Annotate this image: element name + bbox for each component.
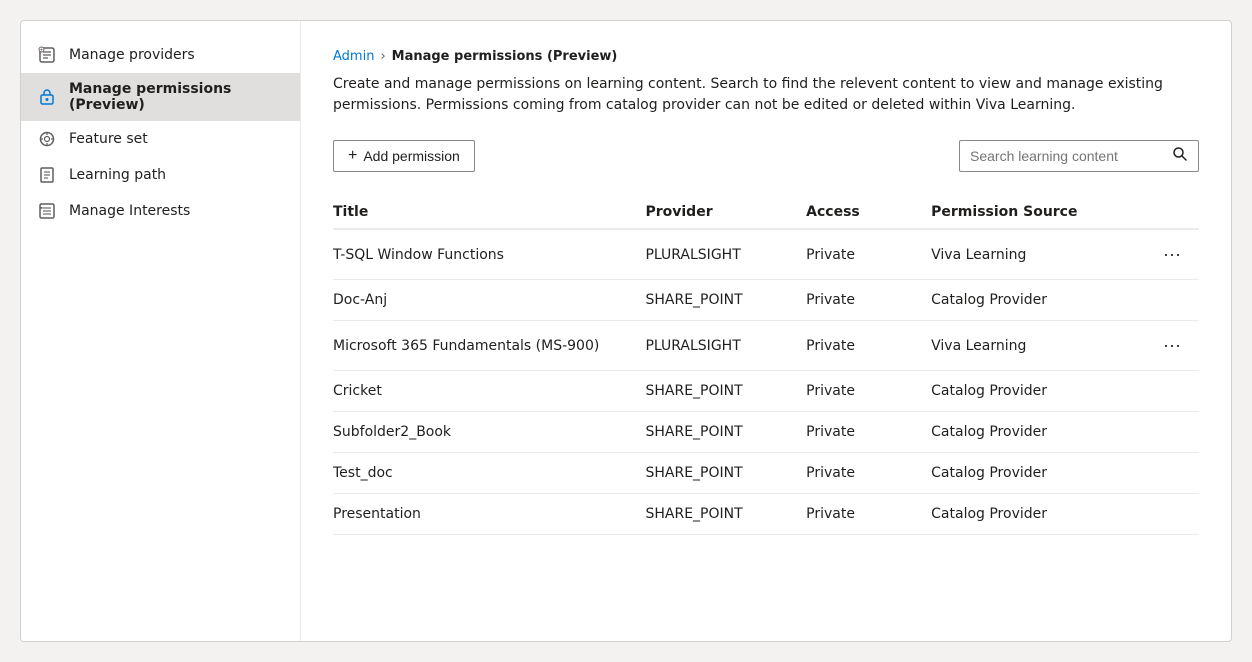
sidebar-item-feature-set[interactable]: Feature set	[21, 121, 300, 157]
plus-icon: +	[348, 147, 357, 165]
permissions-table: Title Provider Access Permission Source …	[333, 196, 1199, 535]
breadcrumb-separator: ›	[380, 49, 385, 64]
col-header-actions	[1128, 196, 1199, 229]
cell-provider: SHARE_POINT	[645, 453, 806, 494]
cell-actions	[1128, 453, 1199, 494]
cell-title: T-SQL Window Functions	[333, 229, 645, 280]
cell-provider: SHARE_POINT	[645, 494, 806, 535]
cell-access: Private	[806, 453, 931, 494]
cell-title: Doc-Anj	[333, 280, 645, 321]
cell-permission-source: Viva Learning	[931, 321, 1127, 371]
cell-provider: PLURALSIGHT	[645, 229, 806, 280]
cell-actions: ···	[1128, 229, 1199, 280]
breadcrumb: Admin › Manage permissions (Preview)	[333, 49, 1199, 64]
search-icon[interactable]	[1172, 146, 1188, 166]
add-permission-button[interactable]: + Add permission	[333, 140, 475, 172]
breadcrumb-current: Manage permissions (Preview)	[392, 49, 618, 64]
cell-actions: ···	[1128, 321, 1199, 371]
table-row: T-SQL Window FunctionsPLURALSIGHTPrivate…	[333, 229, 1199, 280]
cell-title: Microsoft 365 Fundamentals (MS-900)	[333, 321, 645, 371]
col-header-title: Title	[333, 196, 645, 229]
cell-actions	[1128, 280, 1199, 321]
add-permission-label: Add permission	[363, 148, 460, 164]
cell-title: Cricket	[333, 371, 645, 412]
sidebar-item-feature-set-label: Feature set	[69, 131, 148, 147]
cell-permission-source: Viva Learning	[931, 229, 1127, 280]
table-row: PresentationSHARE_POINTPrivateCatalog Pr…	[333, 494, 1199, 535]
search-input[interactable]	[970, 148, 1164, 164]
col-header-access: Access	[806, 196, 931, 229]
search-box	[959, 140, 1199, 172]
main-content: Admin › Manage permissions (Preview) Cre…	[301, 21, 1231, 641]
manage-providers-icon	[37, 45, 57, 65]
learning-path-icon	[37, 165, 57, 185]
col-header-permission-source: Permission Source	[931, 196, 1127, 229]
cell-title: Presentation	[333, 494, 645, 535]
app-window: Manage providers Manage permissions (Pre…	[20, 20, 1232, 642]
cell-permission-source: Catalog Provider	[931, 494, 1127, 535]
cell-access: Private	[806, 412, 931, 453]
row-more-options-button[interactable]: ···	[1157, 333, 1187, 358]
cell-permission-source: Catalog Provider	[931, 412, 1127, 453]
table-row: Test_docSHARE_POINTPrivateCatalog Provid…	[333, 453, 1199, 494]
cell-access: Private	[806, 321, 931, 371]
sidebar-item-manage-permissions-label: Manage permissions (Preview)	[69, 81, 284, 113]
table-container: Title Provider Access Permission Source …	[333, 196, 1199, 613]
cell-actions	[1128, 412, 1199, 453]
feature-set-icon	[37, 129, 57, 149]
col-header-provider: Provider	[645, 196, 806, 229]
sidebar-item-learning-path-label: Learning path	[69, 167, 166, 183]
cell-title: Subfolder2_Book	[333, 412, 645, 453]
manage-interests-icon	[37, 201, 57, 221]
cell-actions	[1128, 494, 1199, 535]
sidebar-item-manage-interests[interactable]: Manage Interests	[21, 193, 300, 229]
sidebar-item-manage-providers[interactable]: Manage providers	[21, 37, 300, 73]
cell-permission-source: Catalog Provider	[931, 453, 1127, 494]
row-more-options-button[interactable]: ···	[1157, 242, 1187, 267]
cell-title: Test_doc	[333, 453, 645, 494]
table-row: CricketSHARE_POINTPrivateCatalog Provide…	[333, 371, 1199, 412]
toolbar: + Add permission	[333, 140, 1199, 172]
sidebar: Manage providers Manage permissions (Pre…	[21, 21, 301, 641]
cell-actions	[1128, 371, 1199, 412]
cell-access: Private	[806, 371, 931, 412]
cell-access: Private	[806, 229, 931, 280]
table-row: Subfolder2_BookSHARE_POINTPrivateCatalog…	[333, 412, 1199, 453]
table-header-row: Title Provider Access Permission Source	[333, 196, 1199, 229]
page-description: Create and manage permissions on learnin…	[333, 74, 1193, 116]
cell-access: Private	[806, 280, 931, 321]
sidebar-item-manage-providers-label: Manage providers	[69, 47, 195, 63]
sidebar-item-manage-interests-label: Manage Interests	[69, 203, 190, 219]
cell-provider: SHARE_POINT	[645, 371, 806, 412]
cell-provider: PLURALSIGHT	[645, 321, 806, 371]
cell-provider: SHARE_POINT	[645, 412, 806, 453]
sidebar-item-learning-path[interactable]: Learning path	[21, 157, 300, 193]
table-row: Doc-AnjSHARE_POINTPrivateCatalog Provide…	[333, 280, 1199, 321]
manage-permissions-icon	[37, 87, 57, 107]
sidebar-item-manage-permissions[interactable]: Manage permissions (Preview)	[21, 73, 300, 121]
cell-provider: SHARE_POINT	[645, 280, 806, 321]
cell-permission-source: Catalog Provider	[931, 280, 1127, 321]
cell-access: Private	[806, 494, 931, 535]
breadcrumb-parent[interactable]: Admin	[333, 49, 374, 64]
table-row: Microsoft 365 Fundamentals (MS-900)PLURA…	[333, 321, 1199, 371]
cell-permission-source: Catalog Provider	[931, 371, 1127, 412]
